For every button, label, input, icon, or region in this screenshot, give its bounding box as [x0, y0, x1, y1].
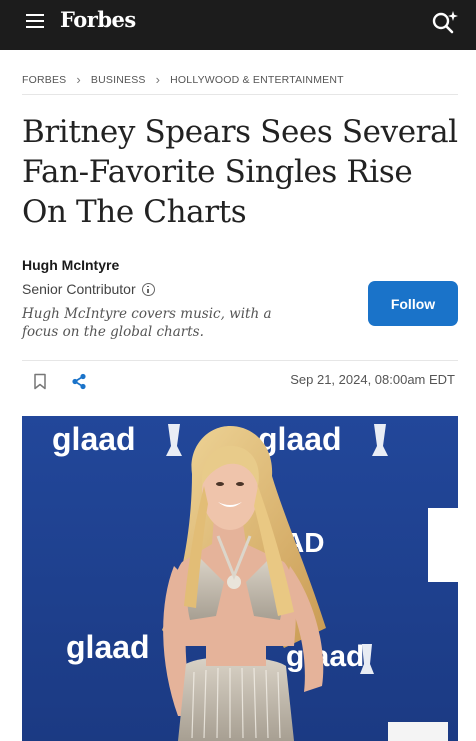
bookmark-icon[interactable] — [33, 373, 47, 390]
follow-button[interactable]: Follow — [368, 281, 458, 326]
backdrop-text: glaad — [52, 421, 136, 457]
hero-photo-illustration: glaad glaad AD glaad glaad — [22, 416, 458, 741]
forbes-logo[interactable]: Forbes — [60, 7, 136, 32]
breadcrumb-business[interactable]: BUSINESS — [91, 74, 146, 86]
breadcrumb-hollywood-entertainment[interactable]: HOLLYWOOD & ENTERTAINMENT — [170, 74, 344, 86]
publish-date: Sep 21, 2024, 08:00am EDT — [290, 372, 455, 387]
author-role-label: Senior Contributor — [22, 281, 136, 297]
divider — [22, 360, 458, 361]
breadcrumb-forbes[interactable]: FORBES — [22, 74, 66, 86]
author-name[interactable]: Hugh McIntyre — [22, 257, 119, 273]
info-icon[interactable] — [141, 282, 155, 296]
hero-image: glaad glaad AD glaad glaad — [22, 416, 458, 741]
hamburger-menu-icon[interactable] — [26, 14, 44, 30]
backdrop-text: glaad — [286, 640, 364, 673]
search-sparkle-icon[interactable] — [430, 8, 460, 38]
divider — [22, 94, 458, 95]
author-bio: Hugh McIntyre covers music, with a focus… — [22, 306, 272, 340]
top-navigation-bar: Forbes — [0, 0, 476, 50]
chevron-right-icon: › — [155, 72, 161, 87]
breadcrumb: FORBES › BUSINESS › HOLLYWOOD & ENTERTAI… — [22, 73, 458, 87]
share-icon[interactable] — [71, 373, 87, 390]
author-role: Senior Contributor — [22, 281, 155, 297]
backdrop-text: glaad — [66, 629, 150, 665]
backdrop-text: glaad — [258, 421, 342, 457]
chevron-right-icon: › — [76, 72, 81, 87]
article-headline: Britney Spears Sees Several Fan-Favorite… — [22, 114, 458, 230]
